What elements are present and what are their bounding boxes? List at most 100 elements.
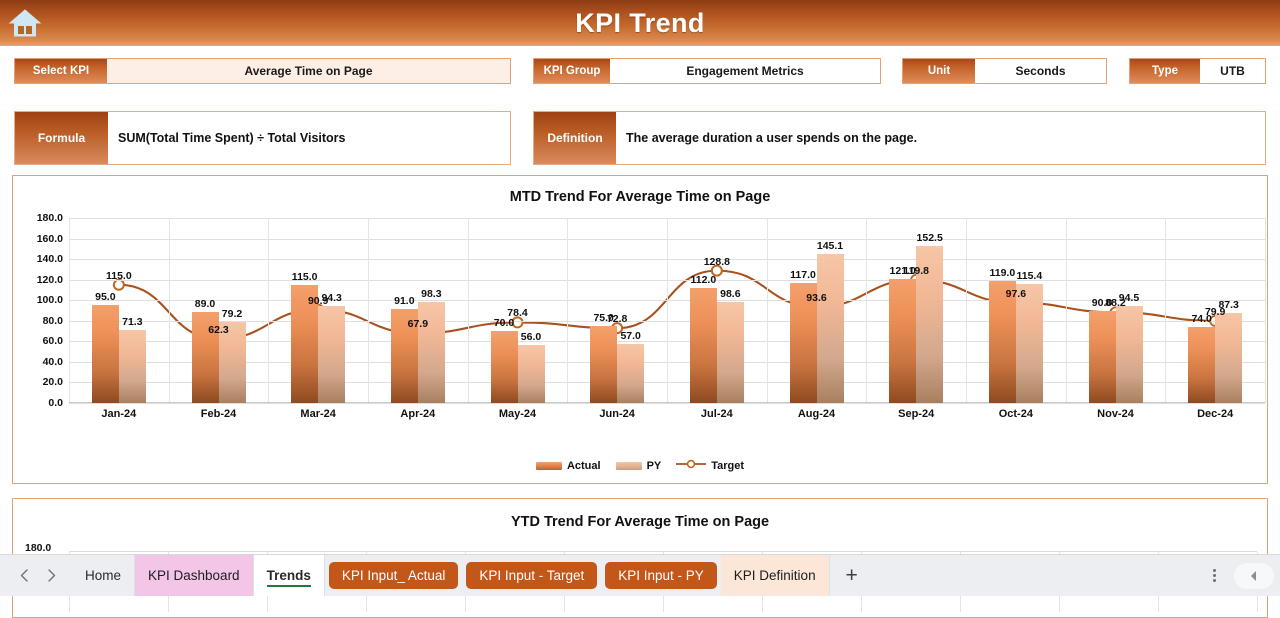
y-axis-tick-label: 100.0: [36, 294, 63, 307]
y-gridline: [69, 403, 1265, 404]
legend-label-target: Target: [711, 459, 745, 472]
bar-label-py: 152.5: [916, 232, 943, 245]
point-label-target: 97.6: [1005, 287, 1027, 300]
x-gridline: [766, 218, 768, 403]
x-axis-category-label: May-24: [498, 408, 537, 420]
type-value: UTB: [1220, 64, 1245, 78]
bar-actual: [689, 287, 717, 403]
bar-label-actual: 89.0: [194, 297, 216, 310]
legend-swatch-target: [676, 459, 707, 472]
point-label-target: 90.9: [307, 294, 329, 307]
sheet-tab-home[interactable]: Home: [72, 555, 136, 596]
bar-actual: [590, 325, 618, 403]
selector-row: Select KPI Average Time on Page KPI Grou…: [0, 58, 1280, 86]
bar-label-actual: 119.0: [989, 266, 1016, 279]
x-axis-category-label: Dec-24: [1197, 408, 1234, 420]
sheet-tabs: Home KPI Dashboard Trends KPI Input_ Actual…: [72, 555, 830, 596]
x-axis-category-label: Oct-24: [998, 408, 1033, 420]
legend-swatch-py: [615, 461, 642, 470]
select-kpi-label: Select KPI: [15, 59, 107, 83]
definition-value: The average duration a user spends on th…: [626, 131, 918, 145]
x-gridline: [567, 218, 569, 403]
x-axis-line: [69, 402, 1265, 403]
x-gridline: [368, 218, 369, 403]
y-axis-tick-label: 140.0: [36, 253, 63, 266]
sheet-tab-label: Trends: [266, 568, 311, 583]
bar-label-actual: 117.0: [790, 268, 816, 281]
y-axis-tick-label: 120.0: [36, 273, 63, 286]
sheet-tab-kpi-dashboard[interactable]: KPI Dashboard: [135, 555, 254, 596]
x-gridline: [69, 218, 70, 403]
vertical-dots-icon[interactable]: [1205, 569, 1224, 582]
page-header: KPI Trend: [0, 0, 1280, 46]
ytd-chart-title: YTD Trend For Average Time on Page: [510, 514, 770, 530]
y-axis-tick-label: 40.0: [42, 355, 63, 368]
sheet-tab-kpi-input-actual[interactable]: KPI Input_ Actual: [328, 562, 459, 589]
sheet-tab-kpi-input-target[interactable]: KPI Input - Target: [466, 562, 598, 589]
legend-item-target: Target: [676, 459, 744, 472]
bar-actual: [889, 278, 917, 403]
x-axis-category-label: Apr-24: [400, 408, 436, 420]
x-axis-category-label: Sep-24: [898, 408, 935, 420]
active-tab-underline: [266, 585, 311, 587]
type-label: Type: [1130, 59, 1200, 83]
select-kpi-value[interactable]: Average Time on Page: [107, 59, 510, 83]
type-field[interactable]: Type UTB: [1129, 58, 1266, 84]
kpi-group-value: Engagement Metrics: [686, 64, 804, 78]
x-gridline: [168, 218, 170, 403]
x-gridline: [1165, 218, 1167, 403]
sheet-tab-kpi-definition[interactable]: KPI Definition: [720, 555, 830, 596]
home-icon[interactable]: [6, 4, 44, 42]
mtd-chart-card: MTD Trend For Average Time on Page 0.0 20…: [12, 175, 1268, 484]
y-axis-tick-label: 60.0: [42, 335, 63, 348]
bar-py: [1015, 284, 1043, 403]
x-gridline: [268, 218, 270, 403]
legend-item-py: PY: [615, 459, 662, 472]
point-label-target: 62.3: [208, 323, 229, 336]
point-label-target: 88.2: [1105, 297, 1126, 310]
legend-label-py: PY: [646, 459, 662, 472]
legend-swatch-actual: [535, 461, 562, 470]
x-gridline: [966, 218, 967, 403]
x-axis-category-label: Jan-24: [101, 408, 137, 420]
mtd-plot-area: 0.0 20.0 40.0 60.0 80.0 100.0 120.0 140.0 160.0 1…: [37, 212, 1266, 420]
unit-field[interactable]: Unit Seconds: [902, 58, 1107, 84]
bar-label-py: 79.2: [221, 307, 243, 320]
tab-bar-right-controls: [1205, 562, 1280, 589]
chevron-left-icon[interactable]: [18, 568, 31, 583]
bar-actual: [1088, 310, 1116, 403]
mtd-legend: Actual PY Target: [13, 459, 1267, 472]
bar-label-py: 71.3: [122, 315, 143, 328]
sheet-tab-label: KPI Input - Target: [479, 568, 585, 583]
point-label-target: 119.8: [903, 264, 930, 277]
bar-py: [517, 345, 545, 403]
bar-label-py: 98.6: [720, 287, 741, 300]
x-gridline: [467, 218, 469, 403]
bar-label-py: 145.1: [816, 239, 844, 252]
scroll-left-icon[interactable]: [1234, 562, 1274, 589]
y-axis-tick-label: 20.0: [42, 376, 63, 389]
bar-label-py: 115.4: [1016, 270, 1043, 283]
bar-label-py: 98.3: [421, 287, 442, 300]
add-sheet-button[interactable]: +: [830, 555, 874, 596]
point-label-target: 128.8: [703, 255, 730, 268]
kpi-trend-page: KPI Trend Select KPI Average Time on Pag…: [0, 0, 1280, 618]
formula-label: Formula: [15, 112, 108, 164]
x-axis-category-label: Nov-24: [1097, 408, 1134, 420]
x-axis-category-label: Feb-24: [200, 408, 237, 420]
bar-py: [716, 301, 744, 403]
chevron-right-icon[interactable]: [45, 568, 58, 583]
x-gridline: [866, 218, 868, 403]
sheet-tab-label: KPI Input - PY: [618, 568, 704, 583]
y-axis-tick-label: 180.0: [36, 212, 63, 224]
sheet-tab-kpi-input-py[interactable]: KPI Input - PY: [605, 562, 717, 589]
bar-py: [318, 306, 346, 403]
sheet-tab-trends[interactable]: Trends: [253, 555, 325, 596]
page-title: KPI Trend: [575, 7, 705, 38]
kpi-group-field[interactable]: KPI Group Engagement Metrics: [533, 58, 881, 84]
point-label-target: 79.9: [1204, 305, 1226, 318]
select-kpi-field[interactable]: Select KPI Average Time on Page: [14, 58, 511, 84]
y-axis-tick-label: 0.0: [48, 397, 63, 409]
definition-box: Definition The average duration a user s…: [533, 111, 1266, 165]
bar-actual: [91, 305, 119, 403]
